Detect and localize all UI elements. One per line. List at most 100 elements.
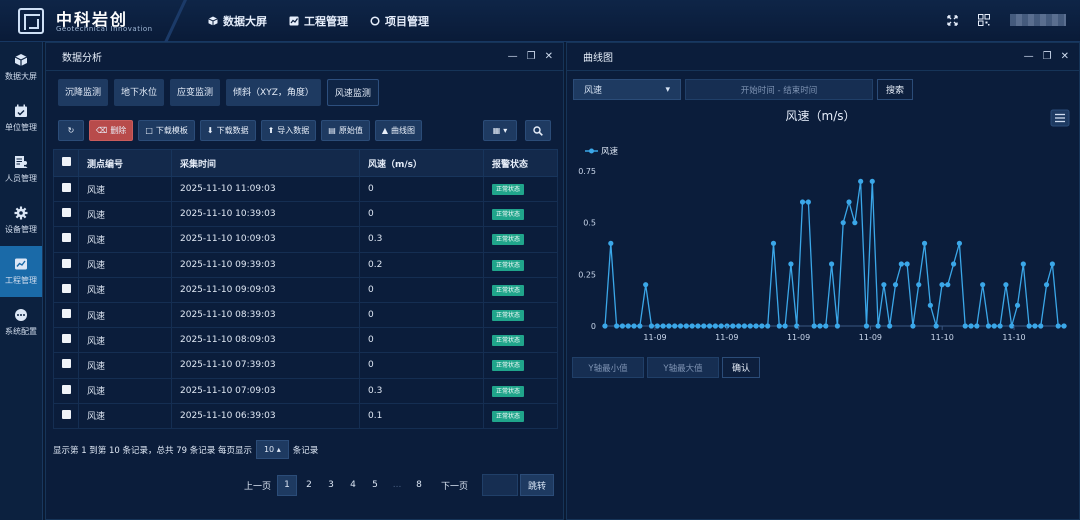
data-point[interactable] — [881, 282, 887, 288]
table-row[interactable]: 风速 2025-11-10 09:39:03 0.2 正常状态 — [53, 252, 558, 278]
table-row[interactable]: 风速 2025-11-10 08:39:03 0 正常状态 — [53, 302, 558, 329]
sidebar-item-system-config[interactable]: 系统配置 — [0, 297, 42, 348]
row-select-cell[interactable] — [53, 277, 79, 303]
tab-strain[interactable]: 应变监测 — [170, 79, 221, 106]
data-point[interactable] — [782, 323, 788, 329]
data-point[interactable] — [1032, 323, 1038, 329]
select-all-cell[interactable] — [53, 149, 79, 177]
chart-search-button[interactable]: 搜索 — [877, 79, 914, 100]
delete-button[interactable]: ⌫ 删除 — [89, 120, 134, 141]
data-point[interactable] — [625, 323, 631, 329]
data-point[interactable] — [927, 302, 933, 308]
data-point[interactable] — [933, 323, 939, 329]
data-point[interactable] — [904, 261, 910, 267]
jump-page-input[interactable] — [482, 474, 519, 496]
data-point[interactable] — [962, 323, 968, 329]
data-point[interactable] — [840, 220, 846, 226]
date-range-input[interactable]: 开始时间 - 结束时间 — [685, 79, 873, 100]
tab-inclination[interactable]: 倾斜（XYZ，角度） — [226, 79, 321, 106]
data-point[interactable] — [991, 323, 997, 329]
data-point[interactable] — [741, 323, 748, 329]
data-point[interactable] — [805, 199, 811, 205]
close-icon[interactable]: ✕ — [545, 51, 553, 62]
sidebar-item-data-screen[interactable]: 数据大屏 — [0, 42, 42, 93]
row-select-cell[interactable] — [53, 327, 79, 354]
col-wind-speed[interactable]: 风速（m/s） — [359, 149, 484, 177]
y-max-input[interactable]: Y轴最大值 — [647, 357, 719, 378]
download-data-button[interactable]: ⬇ 下载数据 — [199, 120, 256, 141]
row-select-cell[interactable] — [53, 226, 79, 253]
row-checkbox[interactable] — [62, 183, 71, 193]
data-point[interactable] — [799, 199, 806, 205]
data-point[interactable] — [701, 323, 707, 329]
search-button[interactable] — [525, 120, 551, 141]
table-row[interactable]: 风速 2025-11-10 10:09:03 0.3 正常状态 — [53, 226, 558, 253]
data-point[interactable] — [1061, 323, 1067, 329]
minimize-icon[interactable]: — — [1024, 51, 1034, 62]
select-all-checkbox[interactable] — [62, 157, 71, 166]
data-point[interactable] — [869, 178, 875, 184]
data-point[interactable] — [759, 323, 765, 329]
data-point[interactable] — [956, 240, 963, 246]
data-point[interactable] — [887, 323, 893, 329]
user-name-blurred[interactable] — [1010, 14, 1066, 26]
data-point[interactable] — [660, 323, 666, 329]
data-point[interactable] — [619, 323, 626, 329]
download-template-button[interactable]: □ 下载模板 — [138, 120, 195, 141]
row-select-cell[interactable] — [53, 302, 79, 329]
row-select-cell[interactable] — [53, 176, 79, 203]
table-row[interactable]: 风速 2025-11-10 10:39:03 0 正常状态 — [53, 201, 558, 228]
sidebar-item-engineering[interactable]: 工程管理 — [0, 246, 42, 297]
data-point[interactable] — [677, 323, 684, 329]
data-point[interactable] — [753, 323, 759, 329]
data-point[interactable] — [921, 240, 928, 246]
row-checkbox[interactable] — [62, 258, 71, 268]
data-point[interactable] — [875, 323, 881, 329]
data-point[interactable] — [1014, 302, 1021, 308]
col-alarm-status[interactable]: 报警状态 — [483, 149, 558, 177]
refresh-button[interactable]: ↻ — [58, 120, 84, 141]
nav-item-project-engineering[interactable]: 工程管理 — [289, 13, 348, 29]
data-point[interactable] — [1003, 282, 1009, 288]
data-point[interactable] — [817, 323, 823, 329]
data-point[interactable] — [776, 323, 782, 329]
sidebar-item-devices[interactable]: 设备管理 — [0, 195, 42, 246]
data-point[interactable] — [1049, 261, 1055, 267]
row-checkbox[interactable] — [62, 283, 71, 293]
data-point[interactable] — [788, 261, 794, 267]
fullscreen-icon[interactable] — [947, 14, 958, 26]
page-size-select[interactable]: 10 ▴ — [255, 440, 289, 459]
data-point[interactable] — [985, 323, 992, 329]
data-point[interactable] — [916, 282, 922, 288]
data-point[interactable] — [898, 261, 904, 267]
row-select-cell[interactable] — [53, 201, 79, 228]
data-point[interactable] — [974, 323, 980, 329]
data-point[interactable] — [863, 323, 870, 329]
minimize-icon[interactable]: — — [508, 51, 518, 62]
close-icon[interactable]: ✕ — [1061, 51, 1069, 62]
sidebar-item-units[interactable]: 单位管理 — [0, 93, 42, 144]
data-point[interactable] — [945, 282, 951, 288]
row-select-cell[interactable] — [53, 252, 79, 278]
qr-code-icon[interactable] — [978, 14, 990, 26]
tab-settlement[interactable]: 沉降监测 — [58, 79, 109, 106]
data-point[interactable] — [730, 323, 736, 329]
confirm-button[interactable]: 确认 — [722, 357, 761, 378]
page-8-button[interactable]: 8 — [409, 475, 429, 496]
data-point[interactable] — [683, 323, 689, 329]
next-page-button[interactable]: 下一页 — [437, 475, 472, 496]
page-2-button[interactable]: 2 — [299, 475, 319, 496]
row-select-cell[interactable] — [53, 352, 79, 379]
table-row[interactable]: 风速 2025-11-10 08:09:03 0 正常状态 — [53, 327, 558, 354]
data-point[interactable] — [602, 323, 608, 329]
data-point[interactable] — [997, 323, 1003, 329]
data-point[interactable] — [770, 240, 777, 246]
row-checkbox[interactable] — [62, 208, 71, 218]
data-point[interactable] — [747, 323, 753, 329]
tab-groundwater[interactable]: 地下水位 — [114, 79, 165, 106]
data-point[interactable] — [968, 323, 974, 329]
row-checkbox[interactable] — [62, 334, 71, 344]
data-point[interactable] — [614, 323, 620, 329]
data-point[interactable] — [712, 323, 718, 329]
data-point[interactable] — [910, 323, 916, 329]
